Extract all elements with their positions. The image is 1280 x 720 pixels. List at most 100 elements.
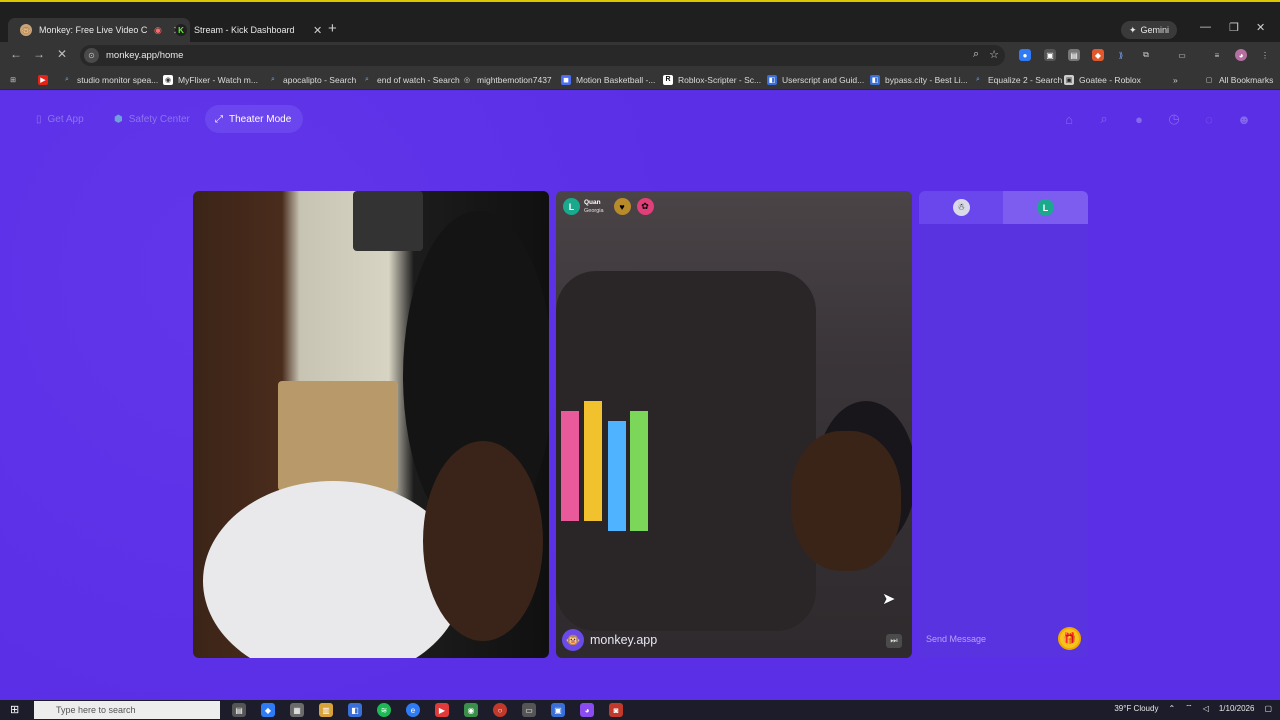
bookmark-item[interactable]: ◧ Userscript and Guid...	[767, 73, 864, 86]
clock-date[interactable]: 1/10/2026	[1219, 704, 1255, 713]
minimize-button[interactable]: —	[1200, 21, 1211, 33]
store-icon[interactable]: ⌂	[1061, 111, 1077, 127]
bookmark-item[interactable]: ⌕ end of watch - Search	[362, 73, 460, 86]
extension-icon[interactable]: ◆	[1092, 49, 1104, 61]
tab-kick[interactable]: K Stream - Kick Dashboard ✕	[163, 18, 330, 42]
avatar: ☃	[952, 199, 970, 216]
send-message-input[interactable]: Send Message	[926, 630, 1056, 648]
stop-loading-icon[interactable]: ✕	[57, 47, 67, 61]
more-bookmarks-icon[interactable]: »	[1173, 73, 1178, 86]
safety-center-button[interactable]: ⬢ Safety Center	[104, 105, 202, 133]
bookmark-item[interactable]: ⌕ studio monitor spea...	[62, 73, 158, 86]
task-view-icon[interactable]: ▤	[232, 703, 246, 717]
bookmark-item[interactable]: ◧ bypass.city - Best Li...	[870, 73, 968, 86]
theater-mode-icon: ⤢	[215, 113, 223, 125]
get-app-button[interactable]: ▯ Get App	[26, 105, 96, 133]
extension-icon[interactable]: ▣	[1044, 49, 1056, 61]
bookmarks-bar: ⊞ ▶ ⌕ studio monitor spea... ◉ MyFlixer - …	[0, 69, 1280, 90]
back-icon[interactable]: ←	[10, 47, 22, 61]
taskbar-apps: ▤ ◆ ▦ ▥ ◧ ≋ e ▶ ◉ ○ ▭ ▣ ◕ ◙	[232, 703, 623, 717]
bookmark-item[interactable]: ◉ MyFlixer - Watch m...	[163, 73, 258, 86]
skip-next-icon[interactable]: ⏭	[886, 634, 902, 648]
get-app-label: Get App	[47, 113, 84, 125]
heart-badge-icon[interactable]: ♥	[613, 198, 631, 215]
history-icon[interactable]: ◷	[1166, 111, 1182, 127]
zoom-icon[interactable]: ⌕	[973, 48, 979, 61]
extensions-puzzle-icon[interactable]: ⧉	[1140, 49, 1152, 61]
profile-icon[interactable]: ☻	[1236, 111, 1252, 127]
taskbar-app-icon[interactable]: ▣	[551, 703, 565, 717]
apps-grid-icon[interactable]: ⊞	[8, 73, 18, 86]
network-icon[interactable]: ⌔	[1185, 703, 1193, 713]
coin-icon[interactable]: ●	[1131, 111, 1147, 127]
volume-icon[interactable]: ◁	[1203, 704, 1209, 713]
windows-start-icon[interactable]: ⊞	[10, 703, 19, 716]
chat-icon[interactable]: ◌	[1201, 111, 1217, 127]
person-shirt	[203, 481, 463, 658]
bookmark-item[interactable]: ⌕ Equalize 2 - Search	[973, 73, 1062, 86]
shirt-print	[561, 401, 648, 531]
bookmark-label: Goatee - Roblox	[1079, 74, 1141, 85]
spotify-icon[interactable]: ≋	[377, 703, 391, 717]
weather-text[interactable]: 39°F Cloudy	[1114, 704, 1158, 713]
remote-user-badge[interactable]: L Quan Georgia ♥ ✿	[563, 198, 654, 215]
tab-search-icon[interactable]: ≡	[1211, 49, 1223, 61]
menu-kebab-icon[interactable]: ⋮	[1259, 49, 1271, 61]
bookmark-label: end of watch - Search	[377, 74, 460, 85]
bookmark-label: mightbemotion7437	[477, 74, 552, 85]
address-text[interactable]: monkey.app/home	[106, 50, 183, 61]
chrome-icon[interactable]: ◉	[464, 703, 478, 717]
close-tab-icon[interactable]: ✕	[313, 24, 322, 37]
self-avatar-tab[interactable]: ☃	[919, 191, 1003, 224]
theater-mode-button[interactable]: ⤢ Theater Mode	[205, 105, 304, 133]
taskbar-app-icon[interactable]: ▶	[435, 703, 449, 717]
record-app-icon[interactable]: ○	[493, 703, 507, 717]
gift-icon[interactable]: 🎁	[1058, 627, 1081, 650]
search-icon[interactable]: ⌕	[1096, 111, 1112, 127]
youtube-icon[interactable]: ▶	[38, 73, 48, 86]
bookmark-item[interactable]: ▣ Goatee - Roblox	[1064, 73, 1141, 86]
bookmark-label: Equalize 2 - Search	[988, 74, 1063, 85]
extension-icon[interactable]: ●	[1019, 49, 1031, 61]
extension-icon[interactable]: ⟫	[1115, 49, 1127, 61]
gemini-button[interactable]: ✦ Gemini	[1121, 21, 1178, 39]
bookmark-star-icon[interactable]: ☆	[989, 48, 999, 61]
address-bar[interactable]: ⊙ monkey.app/home ⌕ ☆	[80, 45, 1005, 66]
notifications-icon[interactable]: ▢	[1264, 704, 1272, 713]
all-bookmarks-button[interactable]: ▢ All Bookmarks	[1204, 73, 1274, 86]
bookmark-item[interactable]: ⌕ apocalipto - Search	[268, 73, 356, 86]
forward-icon[interactable]: →	[33, 47, 45, 61]
taskbar-app-icon[interactable]: ◧	[348, 703, 362, 717]
remote-user-location: Georgia	[584, 207, 604, 214]
bookmark-item[interactable]: R Roblox-Scripter - Sc...	[663, 73, 761, 86]
peer-avatar-tab[interactable]: L	[1003, 191, 1088, 224]
chat-header: ☃ L	[919, 191, 1088, 224]
shield-icon: ⬢	[114, 113, 123, 125]
edge-icon[interactable]: e	[406, 703, 420, 717]
monkey-icon: 🐵	[20, 24, 32, 36]
site-info-icon[interactable]: ⊙	[84, 48, 99, 63]
watermark-text: monkey.app	[590, 633, 658, 647]
new-tab-button[interactable]: +	[328, 20, 337, 37]
side-panel-icon[interactable]: ▭	[1176, 49, 1188, 61]
tray-chevron-icon[interactable]: ⌃	[1168, 704, 1175, 713]
bookmark-label: Roblox-Scripter - Sc...	[678, 74, 762, 85]
close-window-button[interactable]: ✕	[1256, 21, 1265, 34]
taskbar-search-input[interactable]: Type here to search	[34, 701, 220, 719]
all-bookmarks-label: All Bookmarks	[1219, 74, 1274, 85]
gift-badge-icon[interactable]: ✿	[636, 198, 654, 215]
bookmark-item[interactable]: ◎ mightbemotion7437	[462, 73, 552, 86]
taskbar-app-icon[interactable]: ◙	[609, 703, 623, 717]
bookmark-label: Motion Basketball -...	[576, 74, 656, 85]
bookmark-item[interactable]: ◼ Motion Basketball -...	[561, 73, 655, 86]
profile-avatar-icon[interactable]: ◕	[1235, 49, 1247, 61]
maximize-button[interactable]: ❐	[1229, 21, 1239, 34]
taskbar-app-icon[interactable]: ▥	[319, 703, 333, 717]
taskbar-app-icon[interactable]: ◆	[261, 703, 275, 717]
extension-icon[interactable]: ▤	[1068, 49, 1080, 61]
monkey-page: ▯ Get App ⬢ Safety Center ⤢ Theater Mode…	[0, 91, 1280, 700]
avatar: L	[563, 198, 580, 215]
taskbar-app-icon[interactable]: ▦	[290, 703, 304, 717]
taskbar-app-icon[interactable]: ▭	[522, 703, 536, 717]
taskbar-app-icon[interactable]: ◕	[580, 703, 594, 717]
